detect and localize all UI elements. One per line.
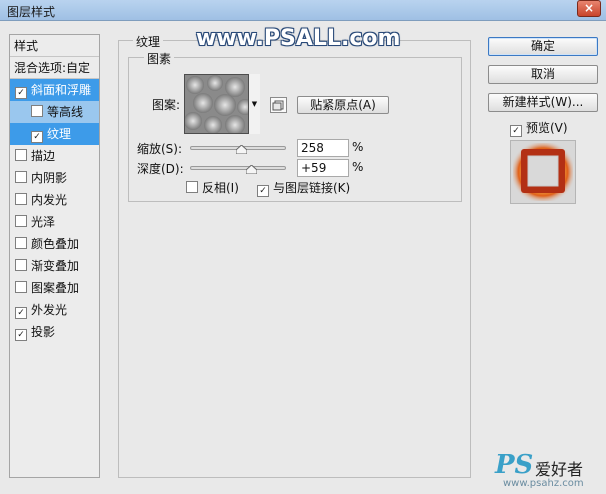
style-item-label: 斜面和浮雕	[31, 83, 92, 97]
scale-unit: %	[352, 140, 364, 154]
style-item-label: 光泽	[31, 215, 56, 229]
style-item-label: 纹理	[47, 127, 72, 141]
watermark-psall: www.PSALL.com	[196, 26, 401, 51]
style-item-checkbox[interactable]	[15, 259, 27, 271]
close-button[interactable]: ×	[577, 0, 601, 17]
style-item-checkbox[interactable]: ✓	[15, 329, 27, 341]
pattern-texture-icon	[185, 75, 253, 133]
style-preview	[510, 140, 576, 204]
style-item[interactable]: ✓ 斜面和浮雕	[10, 79, 99, 101]
style-item[interactable]: 等高线	[10, 101, 99, 123]
watermark-logo-ps: PS	[495, 450, 534, 480]
depth-slider-track[interactable]	[190, 166, 286, 170]
new-style-button[interactable]: 新建样式(W)...	[488, 93, 598, 112]
depth-label: 深度(D):	[137, 162, 184, 176]
styles-header[interactable]: 样式	[10, 35, 99, 57]
style-item-checkbox[interactable]: ✓	[15, 87, 27, 99]
style-item-checkbox[interactable]	[15, 171, 27, 183]
style-item[interactable]: ✓ 投影	[10, 321, 99, 343]
style-item-label: 外发光	[31, 303, 68, 317]
ok-button[interactable]: 确定	[488, 37, 598, 56]
style-item-checkbox[interactable]	[15, 237, 27, 249]
style-item-checkbox[interactable]	[15, 215, 27, 227]
style-item-label: 内发光	[31, 193, 68, 207]
style-item-label: 描边	[31, 149, 56, 163]
style-item[interactable]: 光泽	[10, 211, 99, 233]
style-item-label: 渐变叠加	[31, 259, 80, 273]
style-item[interactable]: 描边	[10, 145, 99, 167]
style-item-label: 内阴影	[31, 171, 68, 185]
watermark-url: www.psahz.com	[503, 478, 584, 489]
styles-list: 样式 混合选项:自定 ✓ 斜面和浮雕等高线 ✓ 纹理描边内阴影内发光光泽颜色叠加渐变叠…	[9, 34, 100, 478]
invert-checkbox[interactable]	[186, 181, 198, 193]
preview-label: 预览(V)	[526, 121, 568, 135]
style-item-checkbox[interactable]: ✓	[31, 131, 43, 143]
pattern-label: 图案:	[152, 98, 181, 112]
style-item-label: 图案叠加	[31, 281, 80, 295]
link-with-layer-label: 与图层链接(K)	[273, 181, 351, 195]
invert-option[interactable]: 反相(I)	[186, 179, 239, 196]
scale-label: 缩放(S):	[137, 142, 183, 156]
scale-input[interactable]: 258	[297, 139, 349, 157]
title-bar	[0, 0, 606, 21]
snap-to-origin-button[interactable]: 贴紧原点(A)	[297, 96, 389, 114]
style-item-checkbox[interactable]: ✓	[15, 307, 27, 319]
style-item-label: 颜色叠加	[31, 237, 80, 251]
style-item-checkbox[interactable]	[15, 149, 27, 161]
new-preset-icon[interactable]	[270, 97, 287, 113]
depth-unit: %	[352, 160, 364, 174]
scale-slider-thumb[interactable]	[236, 145, 248, 154]
preview-option[interactable]: ✓ 预览(V)	[510, 119, 568, 137]
style-item-checkbox[interactable]	[15, 193, 27, 205]
style-item[interactable]: ✓ 外发光	[10, 299, 99, 321]
preview-checkbox[interactable]: ✓	[510, 125, 522, 137]
style-item-label: 等高线	[47, 105, 84, 119]
pattern-dropdown-arrow[interactable]: ▼	[248, 74, 260, 134]
blending-options-item[interactable]: 混合选项:自定	[10, 57, 99, 79]
elements-group-title: 图素	[144, 50, 175, 67]
link-with-layer-checkbox[interactable]: ✓	[257, 185, 269, 197]
style-item-label: 投影	[31, 325, 56, 339]
style-item[interactable]: ✓ 纹理	[10, 123, 99, 145]
style-item-checkbox[interactable]	[15, 281, 27, 293]
invert-label: 反相(I)	[202, 181, 239, 195]
style-item[interactable]: 内阴影	[10, 167, 99, 189]
watermark-logo-cn: 爱好者	[535, 460, 584, 479]
window-title: 图层样式	[7, 5, 56, 19]
style-item[interactable]: 渐变叠加	[10, 255, 99, 277]
depth-input[interactable]: +59	[297, 159, 349, 177]
cancel-button[interactable]: 取消	[488, 65, 598, 84]
texture-group-title: 纹理	[133, 33, 164, 50]
link-with-layer-option[interactable]: ✓ 与图层链接(K)	[257, 179, 350, 197]
style-item-checkbox[interactable]	[31, 105, 43, 117]
style-item[interactable]: 内发光	[10, 189, 99, 211]
style-item[interactable]: 图案叠加	[10, 277, 99, 299]
depth-slider-thumb[interactable]	[245, 165, 257, 174]
style-item[interactable]: 颜色叠加	[10, 233, 99, 255]
preview-glow-icon	[513, 143, 573, 201]
